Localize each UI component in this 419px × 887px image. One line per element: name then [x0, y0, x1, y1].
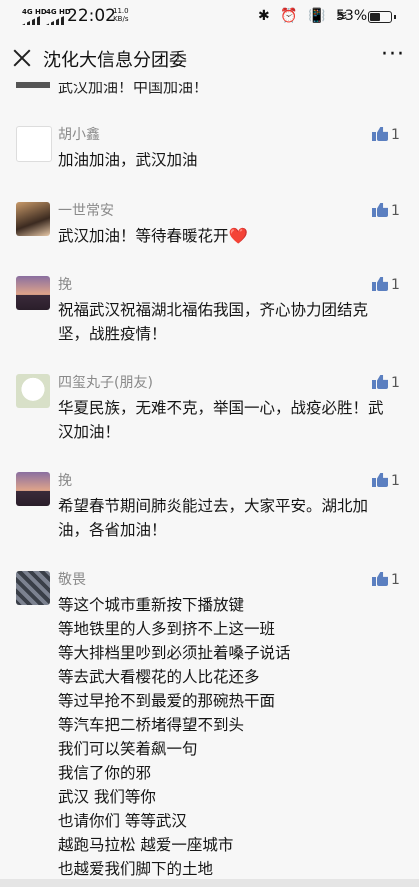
commenter-name: 四玺丸子(朋友): [58, 375, 153, 391]
battery-percent: 53%: [336, 8, 368, 24]
thumbs-up-icon: [372, 202, 388, 217]
like-button[interactable]: 1: [372, 276, 400, 293]
like-count: 1: [391, 127, 400, 143]
commenter-name: 挽: [58, 473, 72, 489]
avatar: [16, 82, 50, 88]
like-count: 1: [391, 572, 400, 588]
commenter-name: 敬畏: [58, 572, 86, 588]
thumbs-up-icon: [372, 571, 388, 586]
comment-text: 等这个城市重新按下播放键 等地铁里的人多到挤不上这一班 等大排档里吵到必须扯着嗓…: [58, 596, 291, 878]
like-button[interactable]: 1: [372, 126, 400, 143]
network-speed: 11.0 KB/s: [113, 7, 129, 23]
comment-feed[interactable]: 武汉加油！中国加油！ 胡小鑫加油加油，武汉加油 1 一世常安武汉加油！等待春暖花开❤…: [0, 82, 419, 887]
comment-text: 武汉加油！中国加油！: [58, 82, 209, 96]
like-button[interactable]: 1: [372, 571, 400, 588]
thumbs-up-icon: [372, 374, 388, 389]
avatar[interactable]: [16, 571, 50, 605]
like-button[interactable]: 1: [372, 202, 400, 219]
avatar[interactable]: [16, 276, 50, 310]
speed-value: 11.0: [113, 7, 129, 15]
status-time: 22:02: [67, 6, 116, 26]
more-options-button[interactable]: ···: [381, 42, 405, 67]
signal-label-1: 4G HD: [22, 8, 47, 16]
battery-icon: [368, 11, 396, 23]
comment-text: 武汉加油！等待春暖花开❤️: [58, 227, 248, 245]
commenter-name: 胡小鑫: [58, 127, 100, 143]
comment-text: 加油加油，武汉加油: [58, 151, 198, 169]
avatar[interactable]: [16, 472, 50, 506]
signal-icon-1: 4G HD: [22, 8, 47, 25]
commenter-name: 挽: [58, 277, 72, 293]
thumbs-up-icon: [372, 126, 388, 141]
like-count: 1: [391, 277, 400, 293]
comment-text: 祝福武汉祝福湖北福佑我国，齐心协力团结克坚，战胜疫情！: [58, 301, 369, 343]
avatar[interactable]: [16, 374, 50, 408]
status-bar: 4G HD 4G HD 22:02 11.0 KB/s ✱ ⏰ 📳 ≋ 53%: [0, 0, 419, 34]
like-count: 1: [391, 203, 400, 219]
avatar[interactable]: [16, 126, 52, 162]
thumbs-up-icon: [372, 472, 388, 487]
close-icon[interactable]: [10, 46, 34, 70]
like-count: 1: [391, 375, 400, 391]
comment-text: 华夏民族，无难不克，举国一心，战疫必胜！武汉加油！: [58, 399, 384, 441]
thumbs-up-icon: [372, 276, 388, 291]
like-count: 1: [391, 473, 400, 489]
bottom-bar: [0, 879, 419, 887]
app-header: 沈化大信息分团委 ···: [0, 36, 419, 82]
comment-text: 希望春节期间肺炎能过去，大家平安。湖北加油，各省加油！: [58, 497, 369, 539]
like-button[interactable]: 1: [372, 472, 400, 489]
page-title: 沈化大信息分团委: [43, 50, 187, 71]
speed-unit: KB/s: [113, 15, 129, 23]
avatar[interactable]: [16, 202, 50, 236]
commenter-name: 一世常安: [58, 203, 114, 219]
like-button[interactable]: 1: [372, 374, 400, 391]
